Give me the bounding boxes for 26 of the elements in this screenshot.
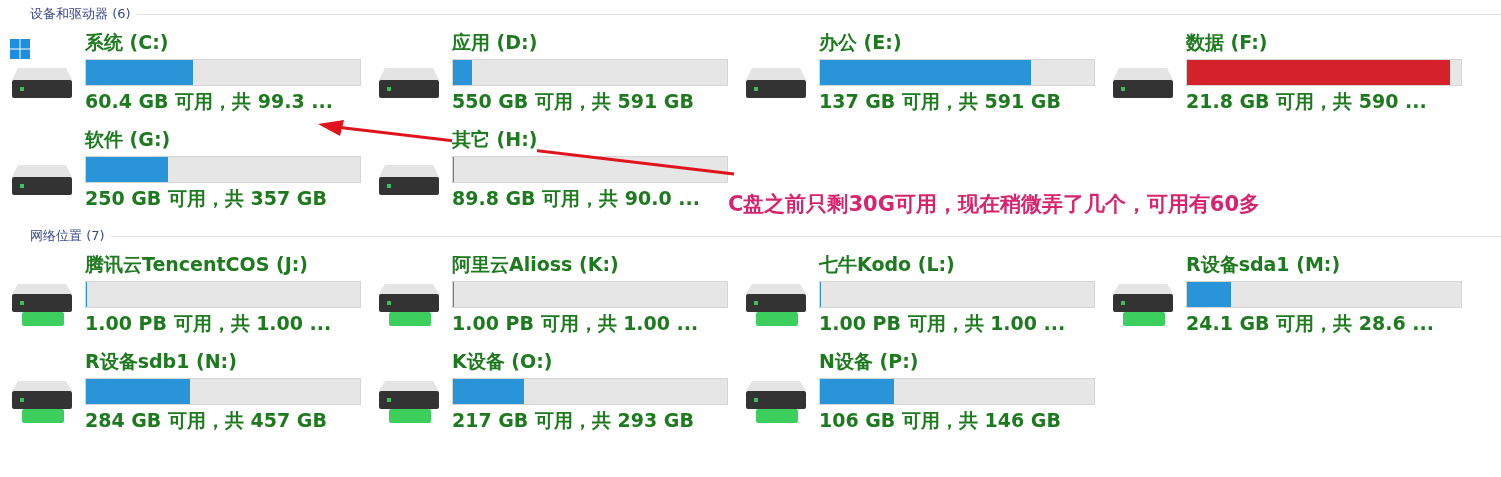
free-space-text: 250 GB 可用，共 357 GB [85,186,328,211]
free-space-text: 1.00 PB 可用，共 1.00 ... [85,311,333,336]
free-space-text: 217 GB 可用，共 293 GB [452,408,695,433]
hard-drive-icon[interactable] [377,162,441,197]
drive-name[interactable]: 数据 (F:) [1186,30,1268,56]
drive-name[interactable]: 办公 (E:) [819,30,902,56]
free-space-text: 21.8 GB 可用，共 590 ... [1186,89,1428,114]
free-space-text: 24.1 GB 可用，共 28.6 ... [1186,311,1435,336]
free-space-text: 89.8 GB 可用，共 90.0 ... [452,186,701,211]
free-space-text: 550 GB 可用，共 591 GB [452,89,695,114]
section-header[interactable]: 网络位置 (7) [30,227,105,245]
hard-drive-icon[interactable] [1111,65,1175,100]
free-space-text: 284 GB 可用，共 457 GB [85,408,328,433]
free-space-text: 137 GB 可用，共 591 GB [819,89,1062,114]
free-space-text: 60.4 GB 可用，共 99.3 ... [85,89,334,114]
hard-drive-icon[interactable] [377,65,441,100]
hard-drive-icon[interactable] [10,65,74,100]
free-space-text: 1.00 PB 可用，共 1.00 ... [452,311,700,336]
hard-drive-icon[interactable] [744,65,808,100]
free-space-text: 1.00 PB 可用，共 1.00 ... [819,311,1067,336]
annotation-text: C盘之前只剩30G可用，现在稍微弄了几个，可用有60多 [728,191,1261,218]
drive-name[interactable]: 腾讯云TencentCOS (J:) [85,252,309,278]
free-space-text: 106 GB 可用，共 146 GB [819,408,1062,433]
section-header[interactable]: 设备和驱动器 (6) [30,5,131,23]
drive-name[interactable]: 其它 (H:) [452,127,538,153]
hard-drive-icon[interactable] [10,162,74,197]
